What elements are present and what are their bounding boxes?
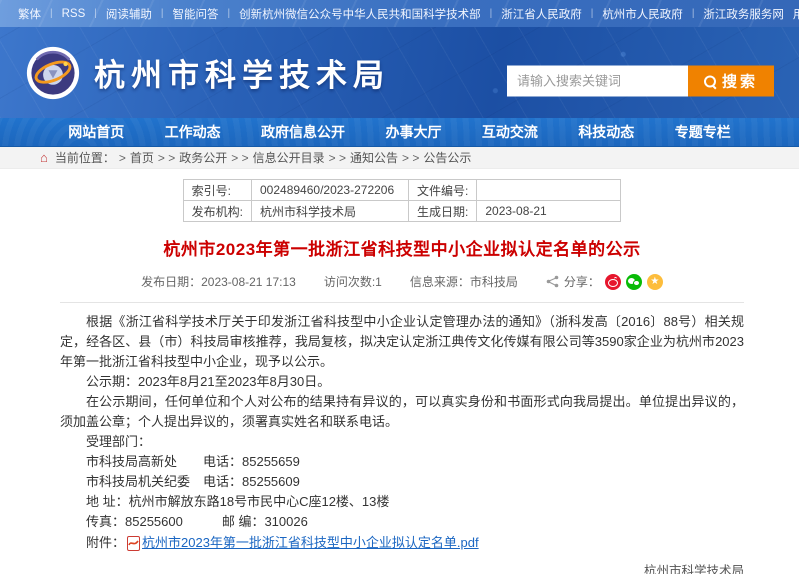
article-page: 索引号: 002489460/2023-272206 文件编号: 发布机构: 杭… — [0, 169, 799, 574]
top-utility-bar: 繁体 | RSS | 阅读辅助 | 智能问答 | 创新杭州微信公众号 中华人民共… — [0, 0, 799, 27]
separator: | — [94, 8, 97, 19]
generation-date-label: 生成日期: — [409, 201, 477, 222]
qzone-share-icon[interactable]: ★ — [647, 274, 663, 290]
attachment-line: 附件： 杭州市2023年第一批浙江省科技型中小企业拟认定名单.pdf — [60, 533, 744, 553]
contact-line: 传真：85255600 邮 编：310026 — [60, 512, 744, 532]
topbar-left-links: 繁体 | RSS | 阅读辅助 | 智能问答 | 创新杭州微信公众号 — [18, 6, 343, 22]
breadcrumb-prefix: 当前位置： — [55, 149, 115, 166]
breadcrumb-separator: > > — [402, 151, 419, 165]
breadcrumb-separator: > > — [231, 151, 248, 165]
table-row: 索引号: 002489460/2023-272206 文件编号: — [183, 180, 621, 201]
search-icon — [704, 75, 716, 87]
file-number-label: 文件编号: — [409, 180, 477, 201]
issuing-agency-value: 杭州市科学技术局 — [252, 201, 409, 222]
share-label: 分享： — [564, 273, 600, 290]
site-search: 搜索 — [507, 66, 774, 97]
topbar-link-hz-gov[interactable]: 杭州市人民政府 — [602, 6, 683, 22]
breadcrumb-item-info-catalog[interactable]: 信息公开目录 — [253, 149, 325, 166]
separator: | — [161, 8, 164, 19]
site-brand: 杭州市科学技术局 — [26, 46, 390, 100]
topbar-right-links: 中华人民共和国科学技术部 | 浙江省人民政府 | 杭州市人民政府 | 浙江政务服… — [343, 6, 799, 22]
attachment-label: 附件： — [86, 533, 125, 553]
article-title: 杭州市2023年第一批浙江省科技型中小企业拟认定名单的公示 — [60, 235, 744, 260]
index-number-value: 002489460/2023-272206 — [252, 180, 409, 201]
nav-item-work-news[interactable]: 工作动态 — [165, 122, 221, 142]
breadcrumb-separator: > > — [158, 151, 175, 165]
weibo-share-icon[interactable] — [605, 274, 621, 290]
search-input[interactable] — [507, 66, 688, 97]
breadcrumb-item-public-notice[interactable]: 公告公示 — [423, 149, 471, 166]
separator: | — [591, 8, 594, 19]
article-body: 根据《浙江省科学技术厅关于印发浙江省科技型中小企业认定管理办法的通知》（浙科发高… — [60, 312, 744, 532]
search-button[interactable]: 搜索 — [688, 66, 774, 97]
wechat-share-icon[interactable] — [626, 274, 642, 290]
separator: | — [490, 8, 493, 19]
paragraph: 根据《浙江省科学技术厅关于印发浙江省科技型中小企业认定管理办法的通知》（浙科发高… — [60, 312, 744, 372]
contact-line: 市科技局高新处 电话：85255659 — [60, 452, 744, 472]
share-icon — [546, 275, 559, 288]
separator: | — [50, 8, 53, 19]
attachment-link[interactable]: 杭州市2023年第一批浙江省科技型中小企业拟认定名单.pdf — [142, 533, 479, 553]
topbar-link-user-center[interactable]: 用户中心 — [793, 6, 799, 22]
topbar-link-wechat-account[interactable]: 创新杭州微信公众号 — [239, 6, 343, 22]
nav-item-special-topics[interactable]: 专题专栏 — [675, 122, 731, 142]
nav-item-service-hall[interactable]: 办事大厅 — [385, 122, 441, 142]
nav-item-home[interactable]: 网站首页 — [68, 122, 124, 142]
main-nav: 网站首页 工作动态 政府信息公开 办事大厅 互动交流 科技动态 专题专栏 — [0, 118, 799, 147]
topbar-link-most[interactable]: 中华人民共和国科学技术部 — [343, 6, 481, 22]
article-meta: 发布日期：2023-08-21 17:13 访问次数:1 信息来源：市科技局 分… — [60, 273, 744, 290]
topbar-link-reading-aid[interactable]: 阅读辅助 — [106, 6, 152, 22]
nav-item-interaction[interactable]: 互动交流 — [482, 122, 538, 142]
signature-org: 杭州市科学技术局 — [60, 560, 744, 574]
topbar-link-traditional[interactable]: 繁体 — [18, 6, 41, 22]
breadcrumb-separator: > — [119, 151, 126, 165]
file-number-value — [477, 180, 621, 201]
paragraph: 公示期：2023年8月21至2023年8月30日。 — [60, 372, 744, 392]
site-logo-icon[interactable] — [26, 46, 80, 100]
visit-count: 访问次数:1 — [324, 273, 382, 290]
index-number-label: 索引号: — [183, 180, 251, 201]
contact-line: 地 址：杭州市解放东路18号市民中心C座12楼、13楼 — [60, 492, 744, 512]
issuing-agency-label: 发布机构: — [183, 201, 251, 222]
topbar-link-zj-service[interactable]: 浙江政务服务网 — [703, 6, 784, 22]
generation-date-value: 2023-08-21 — [477, 201, 621, 222]
breadcrumb-separator: > > — [329, 151, 346, 165]
paragraph: 受理部门： — [60, 432, 744, 452]
breadcrumb-item-home[interactable]: 首页 — [130, 149, 154, 166]
pdf-icon — [127, 536, 140, 551]
publish-date: 发布日期：2023-08-21 17:13 — [141, 273, 296, 290]
site-banner: 杭州市科学技术局 搜索 — [0, 27, 799, 118]
breadcrumb: ⌂ 当前位置： > 首页 > > 政务公开 > > 信息公开目录 > > 通知公… — [0, 147, 799, 169]
site-title: 杭州市科学技术局 — [94, 50, 390, 95]
nav-item-gov-info[interactable]: 政府信息公开 — [261, 122, 345, 142]
separator: | — [692, 8, 695, 19]
topbar-link-smart-qa[interactable]: 智能问答 — [172, 6, 218, 22]
paragraph: 在公示期间，任何单位和个人对公布的结果持有异议的，可以真实身份和书面形式向我局提… — [60, 392, 744, 432]
contact-line: 市科技局机关纪委 电话：85255609 — [60, 472, 744, 492]
info-source: 信息来源：市科技局 — [410, 273, 518, 290]
meta-divider — [60, 302, 744, 303]
document-info-table: 索引号: 002489460/2023-272206 文件编号: 发布机构: 杭… — [183, 179, 622, 222]
breadcrumb-item-notices[interactable]: 通知公告 — [350, 149, 398, 166]
search-button-label: 搜索 — [722, 71, 758, 92]
signature-block: 杭州市科学技术局 2023年8月21日 — [60, 560, 744, 574]
topbar-link-rss[interactable]: RSS — [62, 8, 86, 20]
breadcrumb-item-gov-affairs[interactable]: 政务公开 — [179, 149, 227, 166]
table-row: 发布机构: 杭州市科学技术局 生成日期: 2023-08-21 — [183, 201, 621, 222]
nav-item-tech-news[interactable]: 科技动态 — [578, 122, 634, 142]
separator: | — [227, 8, 230, 19]
share-bar: 分享： ★ — [546, 273, 663, 290]
topbar-link-zj-gov[interactable]: 浙江省人民政府 — [501, 6, 582, 22]
home-icon: ⌂ — [40, 151, 48, 164]
